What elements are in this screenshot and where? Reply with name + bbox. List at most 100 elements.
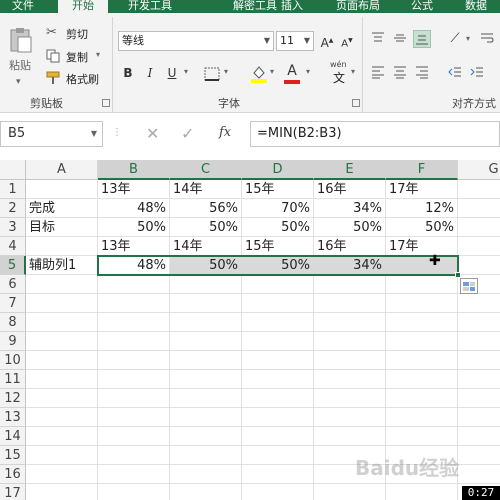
font-launcher-icon[interactable] [352,99,360,107]
cell-e3[interactable]: 50% [314,218,386,237]
align-top-icon[interactable] [369,30,387,48]
align-center-icon[interactable] [391,64,409,82]
cell-e5[interactable]: 34% [314,256,386,275]
row-header-17[interactable]: 17 [0,484,26,500]
decrease-font-icon[interactable]: A▼ [338,32,356,50]
align-middle-icon[interactable] [391,30,409,48]
underline-icon[interactable]: U [163,64,181,82]
orientation-dropdown-icon[interactable]: ▾ [466,34,470,43]
fill-color-dropdown-icon[interactable]: ▾ [270,67,274,76]
name-box[interactable]: B5 ▼ [0,121,103,147]
italic-icon[interactable]: I [141,64,159,82]
tab-page-layout[interactable]: 页面布局 [328,0,388,13]
row-header-12[interactable]: 12 [0,389,26,408]
row-header-16[interactable]: 16 [0,465,26,484]
cell-d3[interactable]: 50% [242,218,314,237]
cell-e2[interactable]: 34% [314,199,386,218]
row-header-6[interactable]: 6 [0,275,26,294]
cell-d1[interactable]: 15年 [242,180,314,199]
row-header-3[interactable]: 3 [0,218,26,237]
insert-function-icon[interactable]: fx [219,125,231,140]
tab-file[interactable]: 文件 [0,0,46,13]
cell-b2[interactable]: 48% [98,199,170,218]
bold-icon[interactable]: B [119,64,137,82]
cell-d4[interactable]: 15年 [242,237,314,256]
cell-c4[interactable]: 14年 [170,237,242,256]
row-header-14[interactable]: 14 [0,427,26,446]
tab-developer[interactable]: 开发工具 [120,0,180,13]
row-header-7[interactable]: 7 [0,294,26,313]
borders-dropdown-icon[interactable]: ▾ [224,67,228,76]
tab-data[interactable]: 数据 [456,0,496,13]
cell-c3[interactable]: 50% [170,218,242,237]
copy-dropdown-icon[interactable]: ▾ [96,50,100,59]
cut-button[interactable]: 剪切 [66,26,88,42]
column-header-g[interactable]: G [458,160,500,180]
wrap-text-icon[interactable] [478,30,496,48]
cell-c5[interactable]: 50% [170,256,242,275]
increase-font-icon[interactable]: A▲ [318,32,336,50]
cancel-icon[interactable]: ✕ [146,124,159,143]
cell-d5[interactable]: 50% [242,256,314,275]
borders-icon[interactable] [204,66,220,85]
cell-b4[interactable]: 13年 [98,237,170,256]
underline-dropdown-icon[interactable]: ▾ [184,67,188,76]
enter-icon[interactable]: ✓ [181,124,194,143]
decrease-indent-icon[interactable] [446,64,464,82]
align-bottom-icon[interactable] [413,30,431,48]
cell-d2[interactable]: 70% [242,199,314,218]
column-header-e[interactable]: E [314,160,386,180]
phonetic-dropdown-icon[interactable]: ▾ [351,67,355,76]
cell-c2[interactable]: 56% [170,199,242,218]
format-painter-button[interactable]: 格式刷 [66,71,99,87]
cell-f2[interactable]: 12% [386,199,458,218]
row-header-5[interactable]: 5 [0,256,26,275]
paste-button[interactable]: 粘贴 [9,57,31,73]
row-header-13[interactable]: 13 [0,408,26,427]
cell-b5[interactable]: 48% [98,256,170,275]
row-header-1[interactable]: 1 [0,180,26,199]
tab-formulas[interactable]: 公式 [404,0,440,13]
cell-f1[interactable]: 17年 [386,180,458,199]
row-header-9[interactable]: 9 [0,332,26,351]
align-right-icon[interactable] [413,64,431,82]
cell-f5[interactable] [386,256,458,275]
font-name-combo[interactable]: 等线 ▼ [118,31,274,51]
row-header-10[interactable]: 10 [0,351,26,370]
column-header-c[interactable]: C [170,160,242,180]
column-header-b[interactable]: B [98,160,170,180]
cell-f4[interactable]: 17年 [386,237,458,256]
row-header-2[interactable]: 2 [0,199,26,218]
column-header-d[interactable]: D [242,160,314,180]
cell-b3[interactable]: 50% [98,218,170,237]
column-header-f[interactable]: F [386,160,458,180]
tab-insert[interactable]: 插入 [272,0,312,13]
font-color-dropdown-icon[interactable]: ▾ [306,67,310,76]
cell-a3[interactable]: 目标 [26,218,98,237]
cell-f3[interactable]: 50% [386,218,458,237]
phonetic-guide-icon[interactable]: 文 [333,69,345,86]
cell-b1[interactable]: 13年 [98,180,170,199]
row-header-11[interactable]: 11 [0,370,26,389]
cell-c1[interactable]: 14年 [170,180,242,199]
copy-button[interactable]: 复制 [66,49,88,65]
increase-indent-icon[interactable] [468,64,486,82]
quick-analysis-icon[interactable] [460,278,478,294]
column-header-a[interactable]: A [26,160,98,180]
tab-home[interactable]: 开始 [58,0,108,13]
orientation-icon[interactable]: ⟋ [446,30,464,48]
cell-a2[interactable]: 完成 [26,199,98,218]
clipboard-launcher-icon[interactable] [102,99,110,107]
cell-e4[interactable]: 16年 [314,237,386,256]
align-left-icon[interactable] [369,64,387,82]
cell-a5[interactable]: 辅助列1 [26,256,98,275]
paste-dropdown-icon[interactable]: ▾ [16,77,21,87]
paste-icon[interactable] [8,27,32,53]
formula-input[interactable]: =MIN(B2:B3) [250,121,500,147]
cell-e1[interactable]: 16年 [314,180,386,199]
font-size-combo[interactable]: 11 ▼ [276,31,314,51]
fill-color-icon[interactable] [250,63,268,87]
select-all-corner[interactable] [0,160,26,180]
row-header-15[interactable]: 15 [0,446,26,465]
row-header-4[interactable]: 4 [0,237,26,256]
